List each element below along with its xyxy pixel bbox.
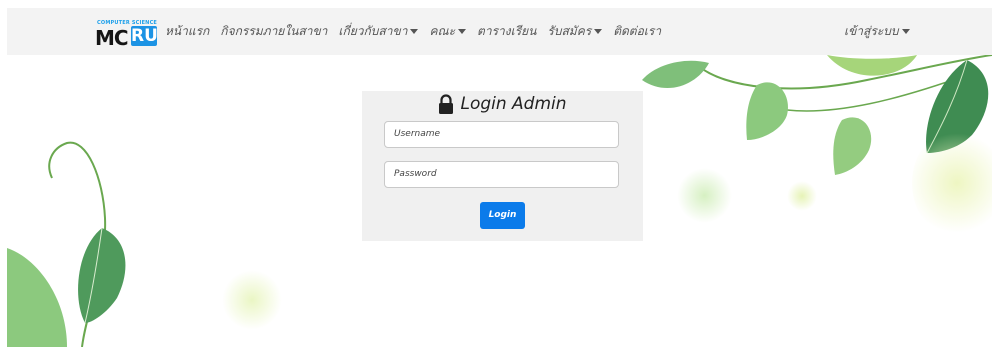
caret-down-icon [901, 29, 910, 34]
nav-label: ตารางเรียน [477, 24, 537, 38]
caret-down-icon [410, 29, 419, 34]
glow-decoration [912, 128, 992, 238]
caret-down-icon [458, 29, 467, 34]
nav-label: คณะ [429, 24, 456, 38]
lock-icon [439, 94, 454, 114]
nav-login-dropdown[interactable]: เข้าสู่ระบบ [844, 8, 910, 55]
glow-decoration [222, 270, 282, 330]
nav-item-schedule[interactable]: ตารางเรียน [477, 22, 536, 41]
login-title-text: Login Admin [460, 94, 567, 114]
password-placeholder: Password [394, 169, 437, 179]
nav-item-about[interactable]: เกี่ยวกับสาขา [338, 22, 419, 41]
username-input[interactable]: Username [384, 121, 619, 148]
login-button[interactable]: Login [480, 202, 525, 229]
nav-item-activities[interactable]: กิจกรรมภายในสาขา [220, 22, 327, 41]
nav-item-faculty[interactable]: คณะ [429, 22, 467, 41]
nav-item-contact[interactable]: ติดต่อเรา [613, 22, 661, 41]
nav-item-home[interactable]: หน้าแรก [165, 22, 209, 41]
nav-label: รับสมัคร [547, 24, 592, 38]
nav-label: ติดต่อเรา [613, 24, 662, 38]
login-panel: Login Admin Username Password Login [362, 91, 643, 241]
page-frame: COMPUTER SCIENCE MC RU หน้าแรก กิจกรรมภา… [7, 8, 992, 347]
navbar: COMPUTER SCIENCE MC RU หน้าแรก กิจกรรมภา… [7, 8, 992, 55]
nav-label: เกี่ยวกับสาขา [338, 24, 408, 38]
glow-decoration [677, 168, 732, 223]
glow-decoration [787, 181, 817, 211]
vine-decoration-bottom-left [7, 141, 126, 347]
username-placeholder: Username [394, 129, 441, 139]
logo-mc: MC [95, 26, 129, 50]
logo-ru: RU [131, 26, 158, 46]
brand-logo[interactable]: COMPUTER SCIENCE MC RU [95, 18, 158, 50]
login-title: Login Admin [362, 94, 643, 114]
nav-login-label: เข้าสู่ระบบ [844, 24, 899, 38]
nav-item-admission[interactable]: รับสมัคร [547, 22, 603, 41]
caret-down-icon [594, 29, 603, 34]
password-input[interactable]: Password [384, 161, 619, 188]
nav-label: หน้าแรก [165, 24, 210, 38]
nav-label: กิจกรรมภายในสาขา [220, 24, 328, 38]
nav-menu: หน้าแรก กิจกรรมภายในสาขา เกี่ยวกับสาขา ค… [165, 8, 661, 55]
